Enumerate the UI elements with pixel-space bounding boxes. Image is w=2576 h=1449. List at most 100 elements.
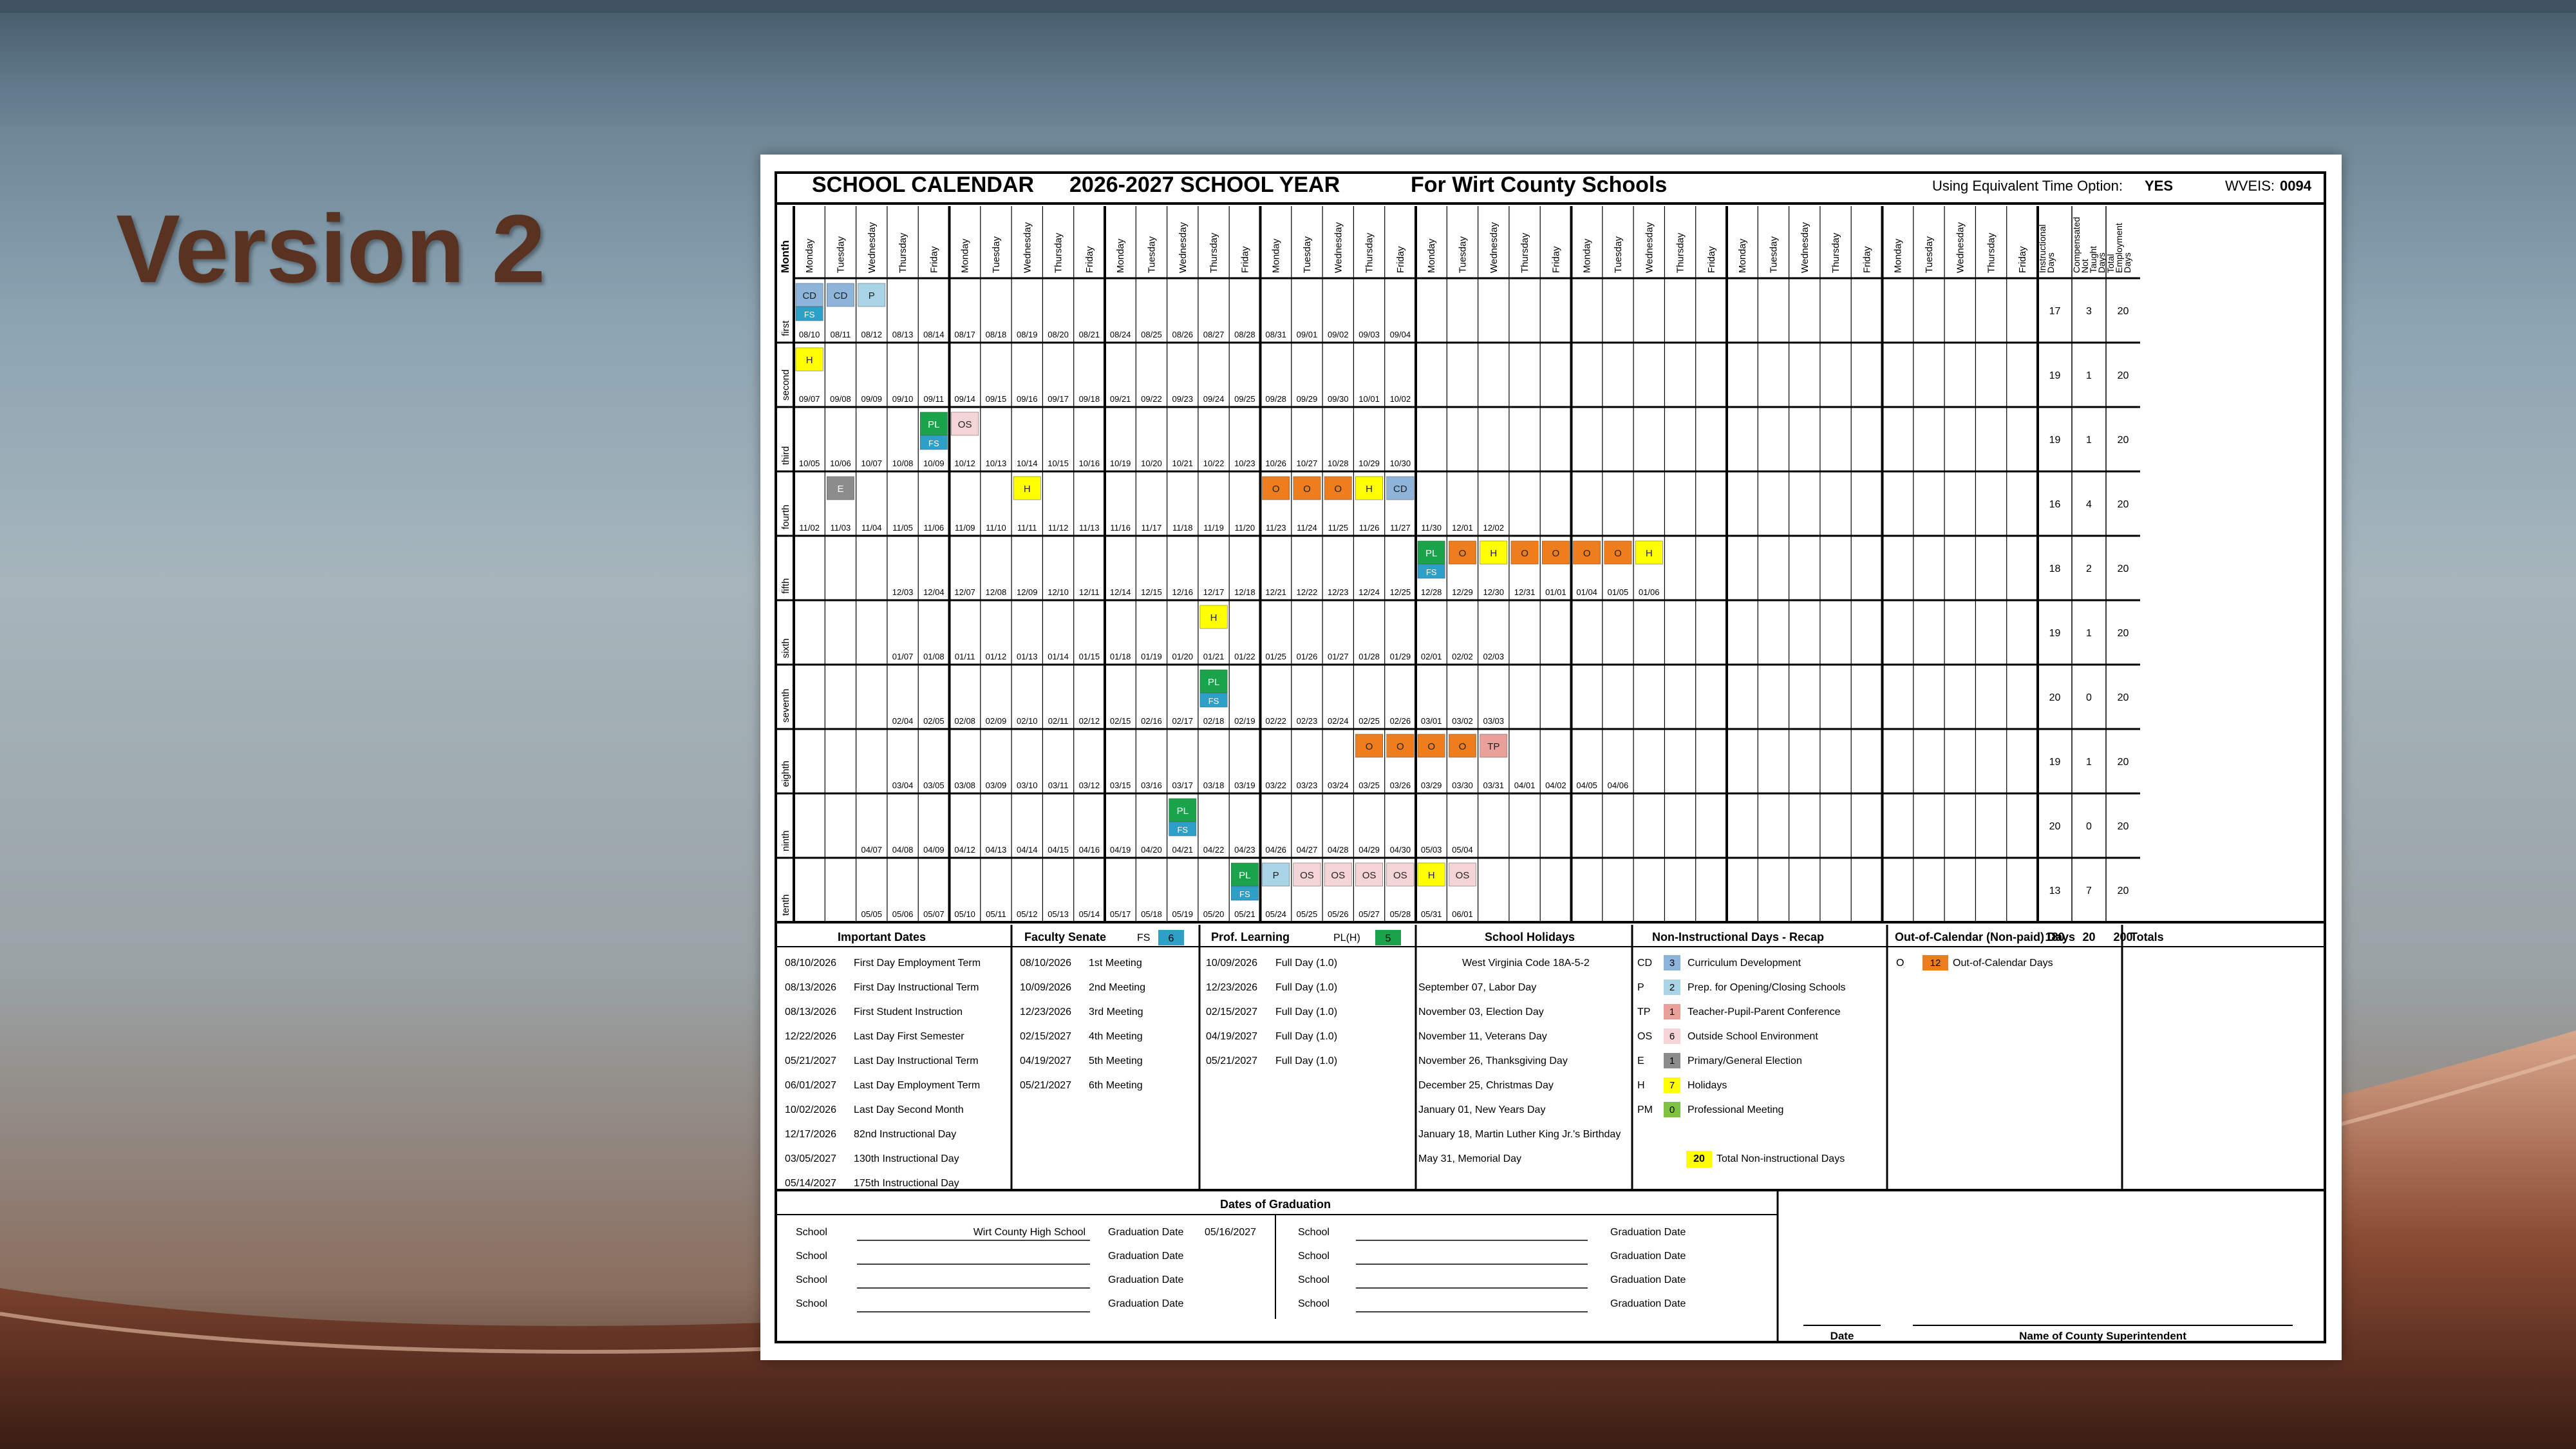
day-date: 09/11: [924, 394, 945, 404]
day-date: 02/10: [1017, 716, 1038, 726]
month-total: 4: [2086, 499, 2092, 510]
day-date: 11/19: [1203, 523, 1224, 533]
day-header: Tuesday: [1924, 236, 1935, 273]
recap-title: Non-Instructional Days - Recap: [1652, 931, 1824, 943]
prof-learning-date: 05/21/2027: [1206, 1056, 1257, 1066]
day-header: Monday: [1737, 238, 1748, 273]
day-date: 09/25: [1234, 394, 1255, 404]
day-date: 10/01: [1359, 394, 1380, 404]
month-total: 20: [2118, 435, 2129, 446]
recap-count: 1: [1669, 1056, 1675, 1066]
county-name: For Wirt County Schools: [1411, 173, 1667, 197]
day-date: 09/09: [861, 394, 882, 404]
day-date: 11/20: [1235, 523, 1255, 533]
recap-label: Curriculum Development: [1688, 958, 1801, 969]
day-date: 05/18: [1141, 909, 1162, 919]
day-date: 01/13: [1017, 652, 1038, 661]
day-code: PL: [1239, 870, 1250, 881]
day-date: 11/09: [955, 523, 975, 533]
day-date: 04/12: [954, 845, 975, 855]
day-date: 04/21: [1172, 845, 1193, 855]
day-date: 02/09: [986, 716, 1007, 726]
day-code: OS: [958, 419, 972, 430]
day-date: 03/03: [1483, 716, 1504, 726]
day-date: 11/05: [892, 523, 913, 533]
day-date: 03/18: [1203, 781, 1225, 790]
school-year: 2026-2027 SCHOOL YEAR: [1069, 173, 1340, 197]
faculty-senate-title: Faculty Senate: [1024, 931, 1106, 943]
prof-learning-count: 5: [1386, 933, 1391, 944]
day-date: 11/17: [1142, 523, 1162, 533]
month-label: first: [780, 320, 791, 336]
important-dates-title: Important Dates: [838, 931, 926, 943]
day-date: 12/14: [1110, 587, 1131, 597]
graduation-date-label: Graduation Date: [1610, 1274, 1686, 1285]
day-header: Monday: [1582, 238, 1593, 273]
day-date: 04/19: [1110, 845, 1131, 855]
day-date: 11/26: [1359, 523, 1380, 533]
day-date: 02/25: [1359, 716, 1380, 726]
day-header: Tuesday: [835, 236, 846, 273]
totals-title: Totals: [2130, 931, 2164, 943]
month-label: ninth: [780, 830, 791, 851]
day-header: Tuesday: [991, 236, 1002, 273]
day-header: Wednesday: [1178, 222, 1189, 273]
day-date: 03/04: [892, 781, 914, 790]
faculty-meeting-date: 08/10/2026: [1020, 958, 1071, 969]
day-date: 05/06: [892, 909, 914, 919]
prof-learning-date: 10/09/2026: [1206, 958, 1257, 969]
day-date: 08/10: [799, 330, 820, 339]
day-date: 08/18: [986, 330, 1007, 339]
important-date: 10/02/2026: [785, 1104, 836, 1115]
day-code: P: [1273, 870, 1279, 881]
important-date: 05/14/2027: [785, 1178, 836, 1189]
day-date: 12/21: [1265, 587, 1286, 597]
day-date: 10/07: [861, 459, 882, 468]
graduation-date-label: Graduation Date: [1108, 1298, 1184, 1309]
day-date: 11/04: [861, 523, 882, 533]
day-date: 04/16: [1079, 845, 1100, 855]
day-date: 05/26: [1328, 909, 1349, 919]
day-date: 11/12: [1048, 523, 1069, 533]
day-date: 10/08: [892, 459, 914, 468]
day-date: 10/30: [1390, 459, 1411, 468]
day-code: H: [1366, 484, 1373, 495]
day-date: 03/02: [1452, 716, 1473, 726]
day-date: 12/16: [1172, 587, 1193, 597]
graduation-school: Wirt County High School: [973, 1227, 1086, 1238]
month-total: 20: [2118, 757, 2129, 768]
day-date: 03/16: [1141, 781, 1162, 790]
day-date: 03/10: [1017, 781, 1038, 790]
day-date: 11/18: [1172, 523, 1193, 533]
day-code: H: [806, 355, 813, 366]
day-date: 03/08: [954, 781, 975, 790]
day-code: O: [1303, 484, 1311, 495]
day-header: Thursday: [1364, 232, 1375, 273]
day-date: 12/29: [1452, 587, 1473, 597]
day-date: 09/10: [892, 394, 914, 404]
day-date: 01/26: [1297, 652, 1318, 661]
day-date: 12/04: [923, 587, 945, 597]
day-date: 03/09: [986, 781, 1007, 790]
day-date: 04/29: [1359, 845, 1380, 855]
day-header: Thursday: [1208, 232, 1219, 273]
graduation-date-label: Graduation Date: [1610, 1251, 1686, 1262]
day-date: 08/31: [1265, 330, 1286, 339]
faculty-senate-code: FS: [1426, 567, 1437, 577]
day-date: 12/18: [1234, 587, 1255, 597]
grand-total: 20: [2082, 931, 2095, 943]
totals-header: Days: [2045, 252, 2056, 273]
day-date: 10/27: [1297, 459, 1318, 468]
day-date: 04/02: [1545, 781, 1566, 790]
day-date: 03/25: [1359, 781, 1380, 790]
day-date: 05/07: [923, 909, 945, 919]
day-date: 02/15: [1110, 716, 1131, 726]
day-date: 12/24: [1359, 587, 1380, 597]
day-date: 02/23: [1297, 716, 1318, 726]
day-date: 05/25: [1297, 909, 1318, 919]
faculty-meeting-date: 05/21/2027: [1020, 1080, 1071, 1091]
day-date: 12/25: [1390, 587, 1411, 597]
day-header: Tuesday: [1457, 236, 1468, 273]
time-option-label: Using Equivalent Time Option:: [1932, 178, 2123, 194]
day-date: 05/21: [1234, 909, 1255, 919]
